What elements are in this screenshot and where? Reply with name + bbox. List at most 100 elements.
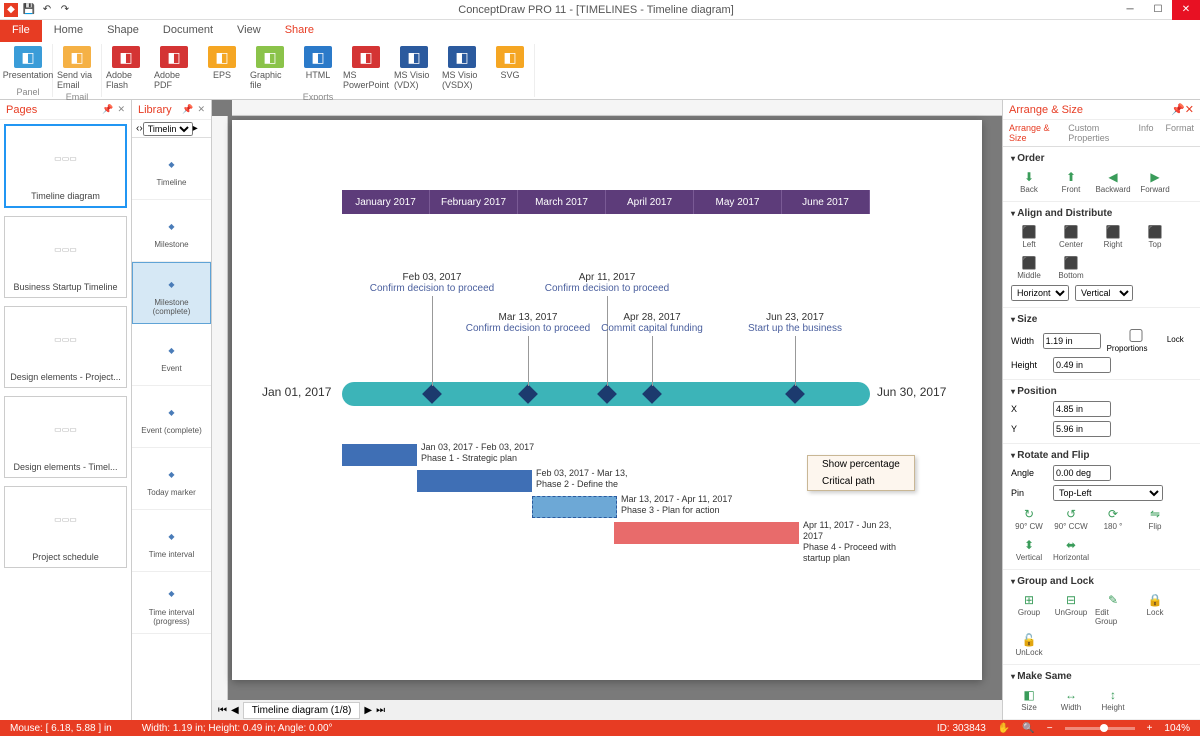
ribbon-ms-visio-vsdx-[interactable]: ◧MS Visio (VSDX) (440, 44, 484, 92)
menu-tab-view[interactable]: View (225, 20, 273, 42)
panel-tab[interactable]: Custom Properties (1062, 120, 1132, 146)
lock-proportions-checkbox[interactable] (1107, 329, 1165, 342)
order-header[interactable]: Order (1011, 151, 1192, 166)
sheet-nav-first-icon[interactable]: ⏮ (218, 705, 227, 716)
left-button[interactable]: ⬛Left (1011, 224, 1047, 249)
panel-tab[interactable]: Arrange & Size (1003, 120, 1062, 146)
distribute-h-select[interactable]: Horizontal (1011, 285, 1069, 301)
forward-button[interactable]: ▶Forward (1137, 169, 1173, 194)
width-button[interactable]: ↔Width (1053, 687, 1089, 712)
zoom-in-icon[interactable]: + (1147, 723, 1153, 734)
--button[interactable]: ⟳180 ° (1095, 506, 1131, 531)
top-button[interactable]: ⬛Top (1137, 224, 1173, 249)
ribbon-graphic-file[interactable]: ◧Graphic file (248, 44, 292, 92)
ribbon-html[interactable]: ◧HTML (296, 44, 340, 92)
middle-button[interactable]: ⬛Middle (1011, 255, 1047, 280)
gantt-row[interactable]: Apr 11, 2017 - Jun 23, 2017Phase 4 - Pro… (342, 520, 902, 546)
ribbon-ms-powerpoint[interactable]: ◧MS PowerPoint (344, 44, 388, 92)
context-menu-item[interactable]: Show percentage (808, 456, 914, 473)
sheet-nav-next-icon[interactable]: ▶ (364, 705, 372, 716)
back-button[interactable]: ⬇Back (1011, 169, 1047, 194)
align-header[interactable]: Align and Distribute (1011, 206, 1192, 221)
flip-button[interactable]: ⇋Flip (1137, 506, 1173, 531)
unlock-button[interactable]: 🔓UnLock (1011, 632, 1047, 657)
front-button[interactable]: ⬆Front (1053, 169, 1089, 194)
menu-tab-shape[interactable]: Shape (95, 20, 151, 42)
canvas-area[interactable]: January 2017February 2017March 2017April… (212, 100, 1002, 720)
close-panel-icon[interactable]: ✕ (197, 104, 205, 115)
vertical-button[interactable]: ⬍Vertical (1011, 537, 1047, 562)
width-input[interactable] (1043, 333, 1101, 349)
ribbon-presentation[interactable]: ◧Presentation (6, 44, 50, 82)
edit-group-button[interactable]: ✎Edit Group (1095, 592, 1131, 626)
sheet-nav-prev-icon[interactable]: ◀ (231, 705, 239, 716)
horizontal-button[interactable]: ⬌Horizontal (1053, 537, 1089, 562)
menu-tab-document[interactable]: Document (151, 20, 225, 42)
page-thumb[interactable]: ▭▭▭Timeline diagram (4, 124, 127, 208)
pin-icon[interactable]: 📌 (1171, 104, 1185, 116)
y-input[interactable] (1053, 421, 1111, 437)
position-header[interactable]: Position (1011, 384, 1192, 399)
qat-save-icon[interactable]: 💾 (22, 3, 36, 17)
-cw-button[interactable]: ↻90° CW (1011, 506, 1047, 531)
library-item[interactable]: ◆Event (132, 324, 211, 386)
height-input[interactable] (1053, 357, 1111, 373)
qat-undo-icon[interactable]: ↶ (40, 3, 54, 17)
-ccw-button[interactable]: ↺90° CCW (1053, 506, 1089, 531)
menu-tab-file[interactable]: File (0, 20, 42, 42)
context-menu-item[interactable]: Critical path (808, 473, 914, 490)
zoom-fit-icon[interactable]: 🔍 (1022, 723, 1034, 734)
rotate-header[interactable]: Rotate and Flip (1011, 448, 1192, 463)
center-button[interactable]: ⬛Center (1053, 224, 1089, 249)
right-button[interactable]: ⬛Right (1095, 224, 1131, 249)
ribbon-adobe-flash[interactable]: ◧Adobe Flash (104, 44, 148, 92)
distribute-v-select[interactable]: Vertical (1075, 285, 1133, 301)
library-item[interactable]: ◆Time interval (132, 510, 211, 572)
library-item[interactable]: ◆Timeline (132, 138, 211, 200)
backward-button[interactable]: ◀Backward (1095, 169, 1131, 194)
x-input[interactable] (1053, 401, 1111, 417)
library-item[interactable]: ◆Today marker (132, 448, 211, 510)
menu-tab-home[interactable]: Home (42, 20, 95, 42)
library-item[interactable]: ◆Time interval (progress) (132, 572, 211, 634)
page-thumb[interactable]: ▭▭▭Design elements - Timel... (4, 396, 127, 478)
qat-redo-icon[interactable]: ↷ (58, 3, 72, 17)
angle-input[interactable] (1053, 465, 1111, 481)
close-button[interactable]: ✕ (1172, 0, 1200, 20)
library-item[interactable]: ◆Event (complete) (132, 386, 211, 448)
bottom-button[interactable]: ⬛Bottom (1053, 255, 1089, 280)
panel-tab[interactable]: Format (1159, 120, 1200, 146)
ungroup-button[interactable]: ⊟UnGroup (1053, 592, 1089, 626)
pin-icon[interactable]: 📌 (182, 104, 193, 115)
zoom-slider[interactable] (1065, 727, 1135, 730)
makesame-header[interactable]: Make Same (1011, 669, 1192, 684)
canvas[interactable]: January 2017February 2017March 2017April… (232, 120, 982, 680)
panel-tab[interactable]: Info (1132, 120, 1159, 146)
ribbon-eps[interactable]: ◧EPS (200, 44, 244, 92)
library-item[interactable]: ◆Milestone (132, 200, 211, 262)
group-header[interactable]: Group and Lock (1011, 574, 1192, 589)
menu-tab-share[interactable]: Share (273, 20, 326, 42)
close-panel-icon[interactable]: ✕ (1185, 104, 1194, 116)
ribbon-svg[interactable]: ◧SVG (488, 44, 532, 92)
hand-tool-icon[interactable]: ✋ (998, 723, 1010, 734)
library-select[interactable]: Timelin... (143, 122, 193, 136)
ribbon-send-via-email[interactable]: ◧Send via Email (55, 44, 99, 92)
minimize-button[interactable]: ─ (1116, 0, 1144, 20)
expand-icon[interactable]: ▸ (193, 123, 198, 134)
pin-icon[interactable]: 📌 (102, 104, 113, 115)
size-header[interactable]: Size (1011, 312, 1192, 327)
sheet-nav-last-icon[interactable]: ⏭ (376, 705, 385, 716)
ribbon-adobe-pdf[interactable]: ◧Adobe PDF (152, 44, 196, 92)
height-button[interactable]: ↕Height (1095, 687, 1131, 712)
zoom-out-icon[interactable]: − (1047, 723, 1053, 734)
lock-button[interactable]: 🔒Lock (1137, 592, 1173, 626)
sheet-tab[interactable]: Timeline diagram (1/8) (243, 702, 361, 719)
library-item[interactable]: ◆Milestone (complete) (132, 262, 211, 324)
page-thumb[interactable]: ▭▭▭Business Startup Timeline (4, 216, 127, 298)
group-button[interactable]: ⊞Group (1011, 592, 1047, 626)
close-panel-icon[interactable]: ✕ (117, 104, 125, 115)
maximize-button[interactable]: ☐ (1144, 0, 1172, 20)
size-button[interactable]: ◧Size (1011, 687, 1047, 712)
page-thumb[interactable]: ▭▭▭Project schedule (4, 486, 127, 568)
